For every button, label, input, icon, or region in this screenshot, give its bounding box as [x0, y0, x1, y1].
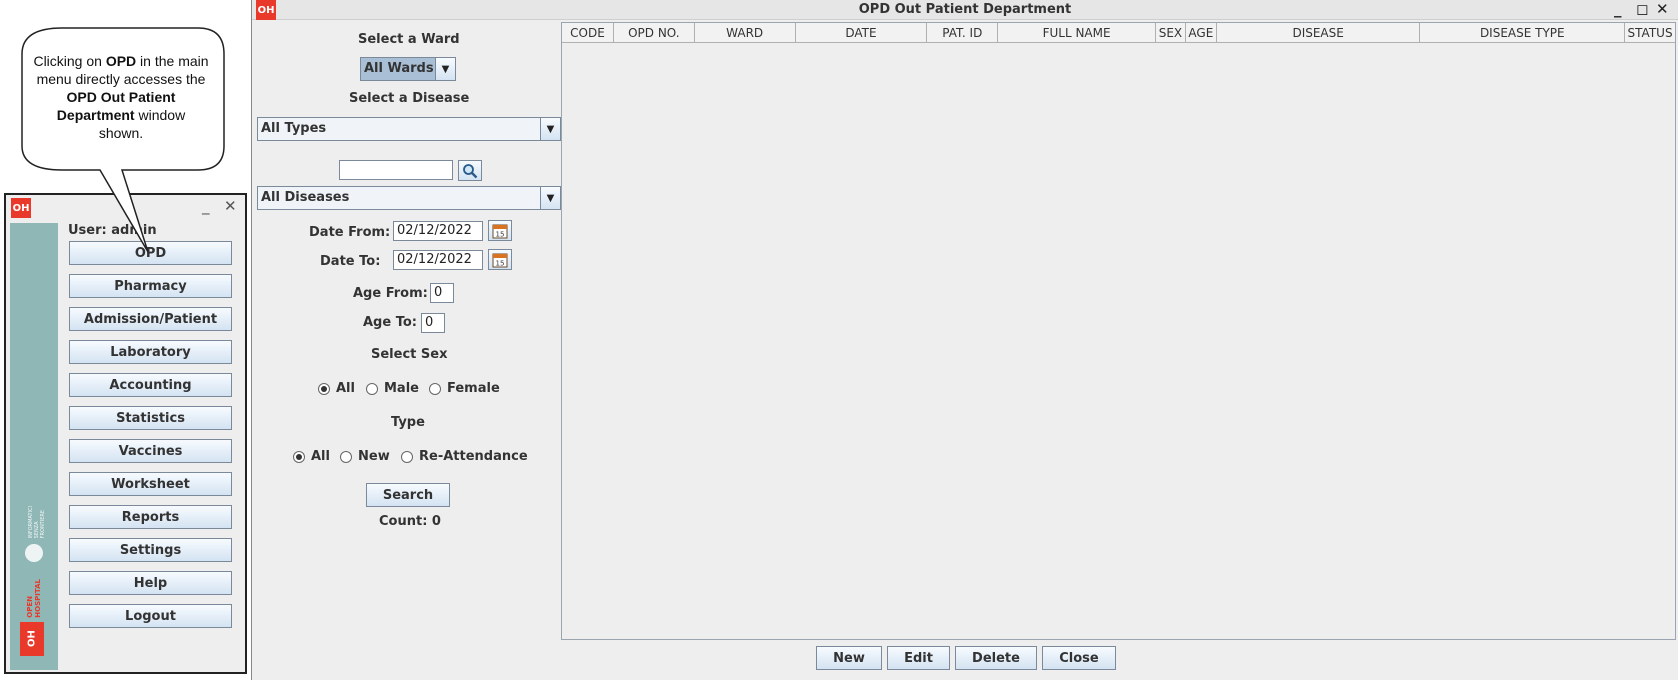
column-header-disease[interactable]: DISEASE [1217, 23, 1421, 43]
select-disease-label: Select a Disease [349, 91, 470, 106]
ward-select-value: All Wards [364, 61, 434, 76]
main-menu-window: OH _ ✕ INFORMATICI SENZA FRONTIERE OPEN … [4, 193, 247, 674]
foundation-text: INFORMATICI SENZA FRONTIERE [28, 505, 46, 538]
age-from-input[interactable]: 0 [430, 283, 454, 303]
date-from-calendar-button[interactable]: 15 [488, 220, 512, 241]
radio-selected-icon [293, 450, 305, 463]
callout-text: Clicking on OPD in the main menu directl… [33, 53, 209, 141]
chevron-down-icon[interactable]: ▼ [540, 118, 560, 140]
column-header-sex[interactable]: SEX [1156, 23, 1186, 43]
maximize-icon[interactable]: ◻ [1636, 0, 1648, 18]
type-radio-reattendance-label: Re-Attendance [419, 449, 528, 464]
accounting-button[interactable]: Accounting [69, 373, 232, 397]
column-header-pat-id[interactable]: PAT. ID [927, 23, 999, 43]
date-from-label: Date From: [309, 225, 391, 240]
opd-titlebar: OH OPD Out Patient Department _ ◻ ✕ [252, 0, 1678, 20]
type-radio-all[interactable]: All [293, 449, 330, 464]
foundation-icon [25, 544, 43, 562]
date-to-input[interactable]: 02/12/2022 [393, 250, 483, 270]
window-title: OPD Out Patient Department [858, 2, 1072, 17]
reports-button[interactable]: Reports [69, 505, 232, 529]
laboratory-button[interactable]: Laboratory [69, 340, 232, 364]
sex-radio-male[interactable]: Male [366, 381, 419, 396]
column-header-disease-type[interactable]: DISEASE TYPE [1420, 23, 1626, 43]
column-header-ward[interactable]: WARD [695, 23, 796, 43]
pharmacy-button[interactable]: Pharmacy [69, 274, 232, 298]
screen: OH _ ✕ INFORMATICI SENZA FRONTIERE OPEN … [0, 0, 1678, 684]
delete-button[interactable]: Delete [955, 646, 1037, 670]
minimize-icon[interactable]: _ [1614, 0, 1622, 18]
radio-icon [366, 382, 378, 395]
sex-radio-female[interactable]: Female [429, 381, 500, 396]
sex-radio-all[interactable]: All [318, 381, 355, 396]
type-radio-new[interactable]: New [340, 449, 390, 464]
radio-icon [429, 382, 441, 395]
vaccines-button[interactable]: Vaccines [69, 439, 232, 463]
svg-text:15: 15 [496, 259, 505, 267]
admission-patient-button[interactable]: Admission/Patient [69, 307, 232, 331]
sex-radio-male-label: Male [384, 381, 419, 396]
type-radio-all-label: All [311, 449, 330, 464]
disease-search-input[interactable] [339, 160, 453, 180]
worksheet-button[interactable]: Worksheet [69, 472, 232, 496]
brand-logo: OPEN HOSPITAL OH [20, 570, 48, 656]
close-icon[interactable]: ✕ [1656, 0, 1669, 18]
settings-button[interactable]: Settings [69, 538, 232, 562]
main-menu-sidebar: INFORMATICI SENZA FRONTIERE OPEN HOSPITA… [10, 223, 58, 670]
foundation-logo: INFORMATICI SENZA FRONTIERE [22, 482, 46, 562]
brand-text: OPEN HOSPITAL [26, 579, 42, 618]
help-button[interactable]: Help [69, 571, 232, 595]
column-header-full-name[interactable]: FULL NAME [998, 23, 1156, 43]
column-header-status[interactable]: STATUS [1625, 23, 1675, 43]
column-header-age[interactable]: AGE [1186, 23, 1217, 43]
new-button[interactable]: New [816, 646, 882, 670]
search-icon-button[interactable] [458, 160, 482, 181]
select-sex-label: Select Sex [371, 347, 448, 362]
date-to-label: Date To: [320, 254, 381, 269]
radio-icon [340, 450, 352, 463]
close-button[interactable]: Close [1042, 646, 1116, 670]
sex-radio-female-label: Female [447, 381, 500, 396]
select-ward-label: Select a Ward [358, 32, 460, 47]
disease-type-value: All Types [261, 121, 327, 136]
table-header: CODE OPD NO. WARD DATE PAT. ID FULL NAME… [562, 23, 1675, 43]
calendar-icon: 15 [492, 224, 508, 238]
type-radio-new-label: New [358, 449, 390, 464]
count-label: Count: 0 [379, 514, 441, 529]
date-from-input[interactable]: 02/12/2022 [393, 221, 483, 241]
ward-select[interactable]: All Wards ▼ [360, 57, 456, 81]
type-radio-reattendance[interactable]: Re-Attendance [401, 449, 528, 464]
radio-icon [401, 450, 413, 463]
search-icon [463, 163, 478, 178]
disease-select[interactable]: All Diseases ▼ [257, 186, 561, 210]
age-to-input[interactable]: 0 [421, 313, 445, 333]
sex-radio-all-label: All [336, 381, 355, 396]
age-from-label: Age From: [353, 286, 428, 301]
column-header-opd-no[interactable]: OPD NO. [614, 23, 695, 43]
oh-brand-icon: OH [20, 622, 44, 656]
type-label: Type [391, 415, 425, 430]
calendar-icon: 15 [492, 253, 508, 267]
disease-select-value: All Diseases [261, 190, 350, 205]
search-button[interactable]: Search [366, 483, 450, 507]
edit-button[interactable]: Edit [887, 646, 950, 670]
date-to-calendar-button[interactable]: 15 [488, 249, 512, 270]
column-header-date[interactable]: DATE [796, 23, 928, 43]
chevron-down-icon[interactable]: ▼ [540, 187, 560, 209]
svg-text:15: 15 [496, 230, 505, 238]
radio-selected-icon [318, 382, 330, 395]
column-header-code[interactable]: CODE [562, 23, 614, 43]
disease-type-select[interactable]: All Types ▼ [257, 117, 561, 141]
age-to-label: Age To: [363, 315, 417, 330]
chevron-down-icon[interactable]: ▼ [435, 58, 455, 80]
results-table[interactable]: CODE OPD NO. WARD DATE PAT. ID FULL NAME… [561, 22, 1676, 640]
logout-button[interactable]: Logout [69, 604, 232, 628]
statistics-button[interactable]: Statistics [69, 406, 232, 430]
opd-window: OH OPD Out Patient Department _ ◻ ✕ Sele… [251, 0, 1678, 680]
